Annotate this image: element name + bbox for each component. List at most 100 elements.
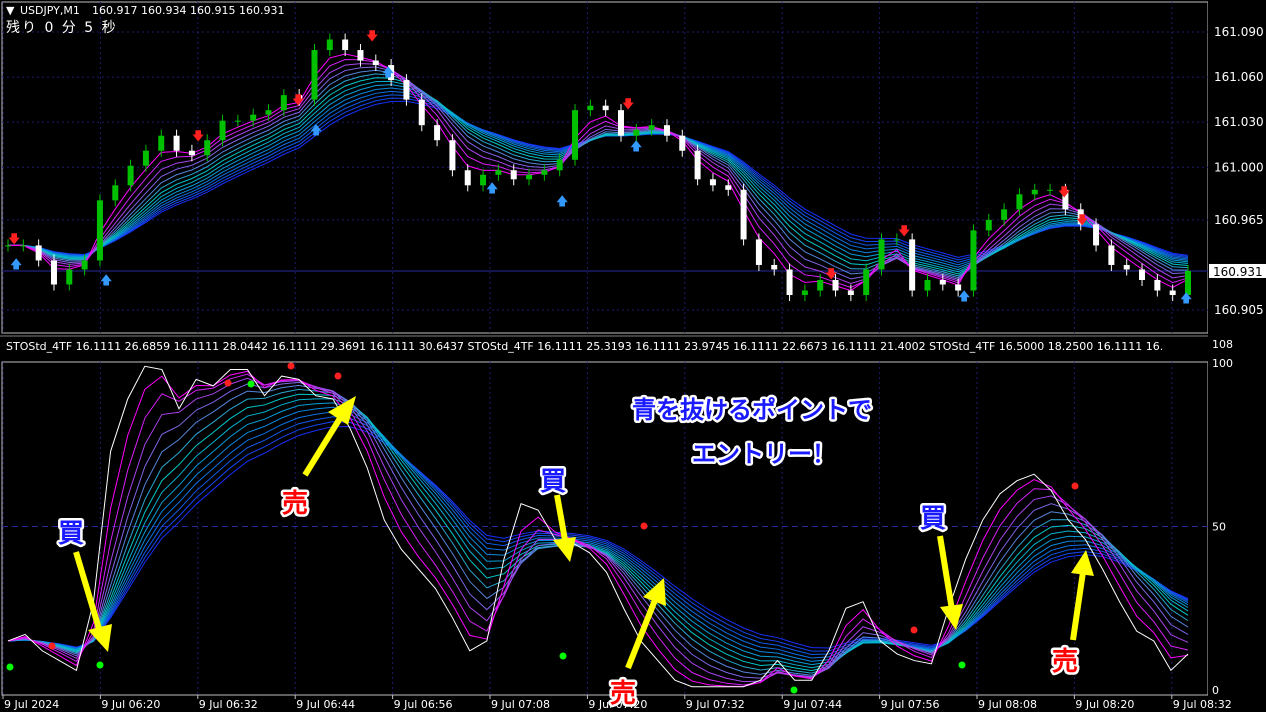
bull-candle [893,239,900,241]
bear-candle [847,290,854,296]
buy-label: 買 [540,467,566,497]
bear-candle [909,239,916,291]
bull-candle [234,120,241,122]
bull-candle [127,165,134,186]
stoch-band-line [7,416,1189,656]
time-tick-label: 9 Jul 2024 [4,698,59,711]
buy-dot [790,686,798,694]
stoch-band-line [7,388,1189,674]
time-tick-label: 9 Jul 07:56 [881,698,940,711]
bear-candle [418,99,425,126]
time-tick-label: 9 Jul 07:32 [686,698,745,711]
buy-dot [6,663,14,671]
headline-2: エントリー！ [692,440,836,468]
buy-arrow-icon: 🡅 [382,65,394,79]
trading-chart[interactable]: 🡇 🡅 🡅 🡇 🡇 🡅 🡇 🡅 🡅 🡅 🡇 🡅 🡇 🡇 🡅 🡇 🡇 🡅 ▼ US… [0,0,1266,712]
ma-line [8,58,1189,288]
bar-countdown: 残り 0 分 5 秒 [6,20,118,36]
bear-candle [449,140,456,171]
time-tick-label: 9 Jul 06:20 [101,698,160,711]
bull-candle [204,140,211,156]
bull-candle [556,159,563,171]
arrow-icon [553,494,576,562]
stoch-band-line [7,381,1189,679]
bear-candle [464,170,471,186]
bull-candle [265,110,272,115]
bull-candle [66,269,73,285]
bull-candle [250,114,257,121]
bull-candle [219,120,226,141]
buy-dot [247,380,255,388]
bull-candle [633,129,640,136]
bull-candle [280,95,287,111]
sell-arrow-icon: 🡇 [8,232,20,246]
price-tick-label: 161.090 [1214,25,1264,39]
bull-candle [648,125,655,130]
price-tick-label: 160.965 [1214,213,1264,227]
buy-label: 買 [58,519,84,549]
buy-arrow-icon: 🡅 [958,289,970,303]
buy-dot [958,661,966,669]
stoch-band-line [7,398,1189,669]
bear-candle [1169,290,1176,296]
bull-candle [158,135,165,151]
ma-line [8,69,1189,279]
buy-arrow-icon: 🡅 [310,123,322,137]
stoch-band-line [7,393,1189,672]
time-tick-label: 9 Jul 06:44 [296,698,355,711]
stoch-tick-label: 108 [1212,338,1233,351]
buy-arrow-icon: 🡅 [630,139,642,153]
buy-arrow-icon: 🡅 [486,181,498,195]
stoch-tick-label: 0 [1212,684,1219,697]
ma-line [8,63,1189,284]
symbol-dropdown-icon[interactable]: ▼ [6,4,15,17]
bull-candle [1031,189,1038,195]
stoch-band-line [7,406,1189,662]
stoch-band-line [7,384,1189,676]
headline-1: 青を抜けるポイントで [632,396,872,424]
bull-candle [142,150,149,166]
bear-candle [50,260,57,285]
buy-arrow-icon: 🡅 [556,194,568,208]
bear-candle [740,189,747,240]
bear-candle [617,110,624,136]
time-tick-label: 9 Jul 07:44 [783,698,842,711]
time-tick-label: 9 Jul 08:32 [1173,698,1232,711]
time-tick-label: 9 Jul 08:08 [978,698,1037,711]
bear-candle [342,39,349,51]
bull-candle [96,200,103,261]
buy-label: 買 [920,504,946,534]
time-tick-label: 9 Jul 06:32 [199,698,258,711]
bull-candle [81,260,88,270]
buy-arrow-icon: 🡅 [100,273,112,287]
price-axis[interactable] [1208,0,1266,712]
bull-candle [112,185,119,201]
bull-candle [801,290,808,296]
bear-candle [725,185,732,190]
ma-line [8,66,1189,280]
bull-candle [863,269,870,296]
bear-candle [35,245,42,261]
bull-candle [970,230,977,291]
bear-candle [173,135,180,151]
bear-candle [709,179,716,186]
bear-candle [663,125,670,136]
bear-candle [372,60,379,66]
stoch-tick-label: 100 [1212,357,1233,370]
bull-candle [20,245,27,247]
stoch-band-line [7,377,1189,683]
stoch-bands [7,370,1189,688]
time-tick-label: 9 Jul 06:56 [394,698,453,711]
price-tick-label: 161.030 [1214,115,1264,129]
bear-candle [1139,269,1146,280]
sell-dot [48,642,56,650]
bear-candle [771,264,778,270]
sell-dot [910,626,918,634]
indicator-label: STOStd_4TF 16.1111 26.6859 16.1111 28.04… [6,340,1163,353]
stoch-band-line [7,402,1189,666]
bear-candle [1108,245,1115,265]
bull-candle [924,279,931,291]
ohlc-values: 160.917 160.934 160.915 160.931 [92,4,284,17]
sell-label: 売 [1052,647,1078,677]
bull-candle [587,105,594,111]
